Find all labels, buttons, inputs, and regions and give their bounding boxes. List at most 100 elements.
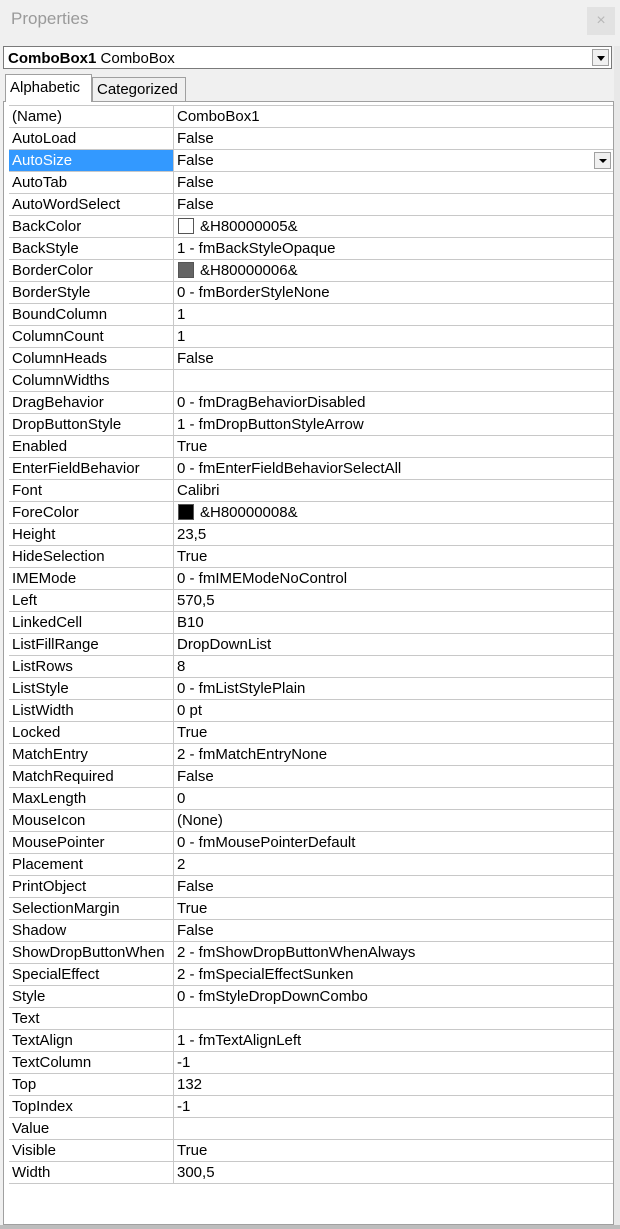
property-row[interactable]: SpecialEffect 2 - fmSpecialEffectSunken <box>9 964 613 986</box>
property-value[interactable]: B10 <box>174 612 613 633</box>
property-row[interactable]: TextAlign 1 - fmTextAlignLeft <box>9 1030 613 1052</box>
property-name[interactable]: Visible <box>9 1140 174 1161</box>
property-row[interactable]: Style 0 - fmStyleDropDownCombo <box>9 986 613 1008</box>
property-row[interactable]: EnterFieldBehavior 0 - fmEnterFieldBehavi… <box>9 458 613 480</box>
property-name[interactable]: PrintObject <box>9 876 174 897</box>
property-value[interactable]: -1 <box>174 1052 613 1073</box>
property-row[interactable]: BackColor &H80000005& <box>9 216 613 238</box>
property-name[interactable]: Text <box>9 1008 174 1029</box>
property-name[interactable]: ListFillRange <box>9 634 174 655</box>
tab-categorized[interactable]: Categorized <box>92 77 186 101</box>
property-row[interactable]: Locked True <box>9 722 613 744</box>
property-value[interactable]: 1 - fmDropButtonStyleArrow <box>174 414 613 435</box>
property-row[interactable]: LinkedCell B10 <box>9 612 613 634</box>
close-button[interactable]: × <box>587 7 615 35</box>
property-name[interactable]: Shadow <box>9 920 174 941</box>
object-selector-dropdown[interactable]: ComboBox1 ComboBox <box>3 46 612 69</box>
property-value[interactable]: 1 <box>174 304 613 325</box>
property-row[interactable]: MaxLength 0 <box>9 788 613 810</box>
property-name[interactable]: TextColumn <box>9 1052 174 1073</box>
property-name[interactable]: HideSelection <box>9 546 174 567</box>
property-name[interactable]: ListStyle <box>9 678 174 699</box>
property-value[interactable]: True <box>174 1140 613 1161</box>
property-value[interactable]: False <box>174 348 613 369</box>
property-row[interactable]: ListStyle 0 - fmListStylePlain <box>9 678 613 700</box>
property-row[interactable]: DropButtonStyle 1 - fmDropButtonStyleArro… <box>9 414 613 436</box>
tab-alphabetic[interactable]: Alphabetic <box>5 74 92 102</box>
property-row[interactable]: BoundColumn 1 <box>9 304 613 326</box>
property-value[interactable]: 0 - fmMousePointerDefault <box>174 832 613 853</box>
property-name[interactable]: AutoLoad <box>9 128 174 149</box>
property-row[interactable]: AutoLoad False <box>9 128 613 150</box>
property-name[interactable]: Value <box>9 1118 174 1139</box>
property-value[interactable]: True <box>174 546 613 567</box>
property-name[interactable]: Placement <box>9 854 174 875</box>
property-name[interactable]: ForeColor <box>9 502 174 523</box>
property-name[interactable]: Font <box>9 480 174 501</box>
property-name[interactable]: Height <box>9 524 174 545</box>
property-row[interactable]: BackStyle 1 - fmBackStyleOpaque <box>9 238 613 260</box>
property-value[interactable]: False <box>174 128 613 149</box>
property-row[interactable]: MousePointer 0 - fmMousePointerDefault <box>9 832 613 854</box>
property-value[interactable]: 0 - fmDragBehaviorDisabled <box>174 392 613 413</box>
property-row[interactable]: MatchEntry 2 - fmMatchEntryNone <box>9 744 613 766</box>
property-value[interactable] <box>174 370 613 391</box>
property-row[interactable]: IMEMode 0 - fmIMEModeNoControl <box>9 568 613 590</box>
property-row[interactable]: ListFillRange DropDownList <box>9 634 613 656</box>
property-name[interactable]: SpecialEffect <box>9 964 174 985</box>
property-row[interactable]: ColumnCount 1 <box>9 326 613 348</box>
property-value[interactable]: 570,5 <box>174 590 613 611</box>
property-name[interactable]: ListRows <box>9 656 174 677</box>
property-value[interactable] <box>174 1118 613 1139</box>
property-value[interactable]: False <box>174 150 613 171</box>
property-name[interactable]: MatchRequired <box>9 766 174 787</box>
property-name[interactable]: IMEMode <box>9 568 174 589</box>
property-value[interactable]: 8 <box>174 656 613 677</box>
property-value[interactable]: &H80000005& <box>174 216 613 237</box>
property-row[interactable]: Visible True <box>9 1140 613 1162</box>
property-name[interactable]: (Name) <box>9 106 174 127</box>
property-name[interactable]: DragBehavior <box>9 392 174 413</box>
property-value[interactable]: 0 - fmBorderStyleNone <box>174 282 613 303</box>
property-name[interactable]: BorderStyle <box>9 282 174 303</box>
property-name[interactable]: ShowDropButtonWhen <box>9 942 174 963</box>
property-name[interactable]: AutoWordSelect <box>9 194 174 215</box>
property-row[interactable]: MouseIcon (None) <box>9 810 613 832</box>
property-value[interactable]: 2 <box>174 854 613 875</box>
property-name[interactable]: ColumnHeads <box>9 348 174 369</box>
property-name[interactable]: ListWidth <box>9 700 174 721</box>
property-row[interactable]: Value <box>9 1118 613 1140</box>
property-value[interactable]: &H80000008& <box>174 502 613 523</box>
property-row[interactable]: TopIndex -1 <box>9 1096 613 1118</box>
property-row[interactable]: AutoSize False <box>9 150 613 172</box>
property-value[interactable]: 2 - fmMatchEntryNone <box>174 744 613 765</box>
property-row[interactable]: ListRows 8 <box>9 656 613 678</box>
property-value[interactable]: -1 <box>174 1096 613 1117</box>
property-name[interactable]: Top <box>9 1074 174 1095</box>
property-value[interactable]: 2 - fmSpecialEffectSunken <box>174 964 613 985</box>
property-name[interactable]: EnterFieldBehavior <box>9 458 174 479</box>
property-row[interactable]: HideSelection True <box>9 546 613 568</box>
property-value[interactable]: 1 <box>174 326 613 347</box>
property-row[interactable]: AutoTab False <box>9 172 613 194</box>
property-name[interactable]: SelectionMargin <box>9 898 174 919</box>
property-row[interactable]: Font Calibri <box>9 480 613 502</box>
property-row[interactable]: ListWidth 0 pt <box>9 700 613 722</box>
property-name[interactable]: Left <box>9 590 174 611</box>
property-row[interactable]: Height 23,5 <box>9 524 613 546</box>
property-value[interactable]: (None) <box>174 810 613 831</box>
property-row[interactable]: DragBehavior 0 - fmDragBehaviorDisabled <box>9 392 613 414</box>
property-name[interactable]: ColumnCount <box>9 326 174 347</box>
property-row[interactable]: Enabled True <box>9 436 613 458</box>
property-row[interactable]: BorderStyle 0 - fmBorderStyleNone <box>9 282 613 304</box>
property-name[interactable]: DropButtonStyle <box>9 414 174 435</box>
property-value[interactable]: False <box>174 876 613 897</box>
property-row[interactable]: BorderColor &H80000006& <box>9 260 613 282</box>
property-row[interactable]: ColumnWidths <box>9 370 613 392</box>
property-row[interactable]: AutoWordSelect False <box>9 194 613 216</box>
property-row[interactable]: (Name) ComboBox1 <box>9 106 613 128</box>
property-value[interactable]: True <box>174 722 613 743</box>
property-name[interactable]: BorderColor <box>9 260 174 281</box>
property-row[interactable]: Width 300,5 <box>9 1162 613 1184</box>
property-name[interactable]: BackStyle <box>9 238 174 259</box>
